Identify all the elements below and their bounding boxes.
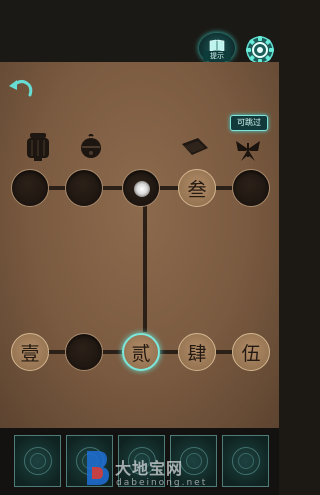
inventory-slot[interactable]: [222, 435, 269, 487]
vertical-track: [143, 200, 147, 332]
watermark-text: 大地宝网: [115, 459, 184, 478]
inventory-slot[interactable]: [14, 435, 61, 487]
empty-slot[interactable]: [232, 169, 270, 207]
empty-slot[interactable]: [11, 169, 49, 207]
butterfly-icon: [233, 137, 263, 167]
watermark-url: dabeinong.net: [116, 478, 208, 488]
lantern-icon: [24, 130, 52, 166]
back-button[interactable]: [8, 77, 34, 97]
numeral-piece[interactable]: 贰: [122, 333, 160, 371]
hint-button[interactable]: 提示: [199, 33, 235, 63]
bell-icon: [79, 134, 103, 164]
watermark-logo: [84, 449, 112, 489]
numeral-piece[interactable]: 叁: [178, 169, 216, 207]
glowing-marker: [134, 181, 150, 197]
slot-emblem-inner: [30, 453, 46, 469]
slot-emblem-inner: [238, 453, 254, 469]
empty-slot[interactable]: [65, 169, 103, 207]
hint-label: 提示: [203, 51, 231, 61]
back-arrow-icon: [9, 80, 33, 97]
numeral-piece[interactable]: 伍: [232, 333, 270, 371]
book-icon: [180, 135, 210, 163]
skip-button[interactable]: 可跳过: [230, 115, 268, 131]
top-bar: [0, 0, 279, 62]
slot-emblem-inner: [186, 453, 202, 469]
empty-slot[interactable]: [65, 333, 103, 371]
numeral-piece[interactable]: 壹: [11, 333, 49, 371]
numeral-piece[interactable]: 肆: [178, 333, 216, 371]
empty-slot[interactable]: [122, 169, 160, 207]
